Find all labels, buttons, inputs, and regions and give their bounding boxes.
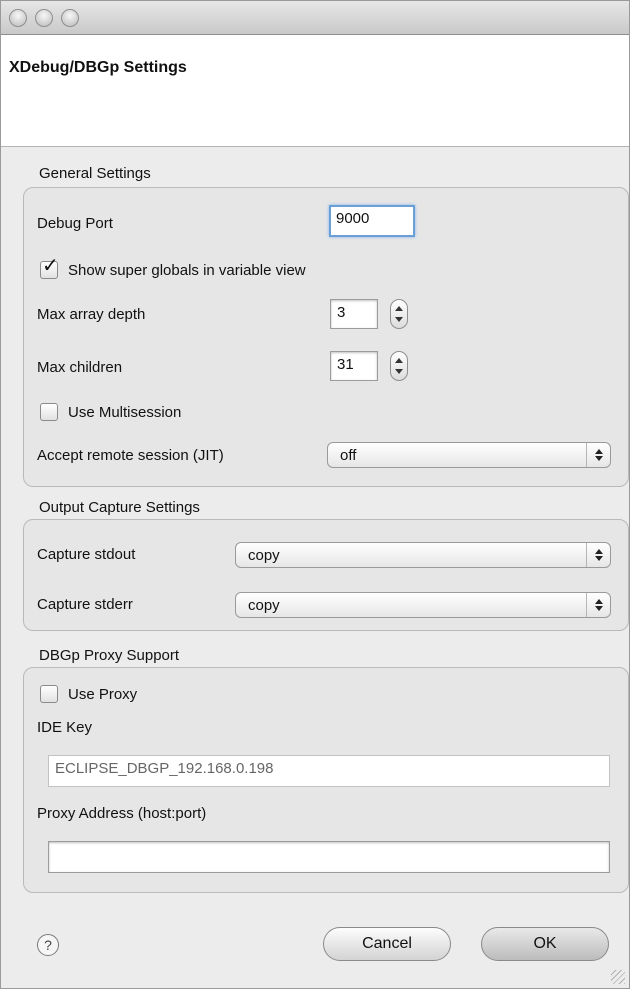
general-settings-group: Debug Port 9000 ✓ Show super globals in … [23,187,629,487]
accept-remote-label: Accept remote session (JIT) [37,447,224,464]
use-multisession-checkbox[interactable] [40,403,58,421]
capture-stderr-label: Capture stderr [37,596,133,613]
ok-button[interactable]: OK [481,927,609,961]
help-icon[interactable]: ? [37,934,59,956]
show-super-globals-checkbox[interactable]: ✓ [40,256,59,279]
popup-arrows-icon [586,543,610,567]
settings-dialog-window: XDebug/DBGp Settings General Settings De… [0,0,630,989]
show-super-globals-label: Show super globals in variable view [68,262,306,279]
max-array-depth-label: Max array depth [37,306,146,323]
stepper-up-icon[interactable] [395,358,403,363]
ide-key-label: IDE Key [37,719,93,736]
popup-arrows-icon [586,593,610,617]
dbgp-proxy-label: DBGp Proxy Support [39,647,180,664]
use-multisession-label: Use Multisession [68,404,182,421]
zoom-button-icon[interactable] [61,9,79,27]
capture-stdout-value: copy [248,547,280,564]
max-children-stepper[interactable] [390,351,408,381]
max-array-depth-field[interactable]: 3 [330,299,378,329]
stepper-up-icon[interactable] [395,306,403,311]
close-button-icon[interactable] [9,9,27,27]
accept-remote-popup[interactable]: off [327,442,611,468]
proxy-address-field[interactable] [48,841,610,873]
max-children-field[interactable]: 31 [330,351,378,381]
window-titlebar [1,1,629,35]
capture-stdout-label: Capture stdout [37,546,136,563]
max-children-label: Max children [37,359,123,376]
dbgp-proxy-group: Use Proxy IDE Key ECLIPSE_DBGP_192.168.0… [23,667,629,893]
dialog-header: XDebug/DBGp Settings [1,35,629,147]
resize-grip-icon[interactable] [611,970,625,984]
output-capture-group: Capture stdout copy Capture stderr copy [23,519,629,631]
debug-port-field[interactable]: 9000 [329,205,415,237]
popup-arrows-icon [586,443,610,467]
ide-key-field[interactable]: ECLIPSE_DBGP_192.168.0.198 [48,755,610,787]
debug-port-label: Debug Port [37,215,113,232]
use-proxy-checkbox[interactable] [40,685,58,703]
dialog-title: XDebug/DBGp Settings [9,59,187,76]
proxy-address-label: Proxy Address (host:port) [37,805,207,822]
cancel-button[interactable]: Cancel [323,927,451,961]
capture-stderr-popup[interactable]: copy [235,592,611,618]
checkmark-icon: ✓ [42,255,59,277]
max-array-depth-stepper[interactable] [390,299,408,329]
use-proxy-label: Use Proxy [68,686,138,703]
stepper-down-icon[interactable] [395,369,403,374]
stepper-down-icon[interactable] [395,317,403,322]
accept-remote-value: off [340,447,357,464]
output-capture-label: Output Capture Settings [39,499,200,516]
general-settings-label: General Settings [39,165,151,182]
minimize-button-icon[interactable] [35,9,53,27]
capture-stdout-popup[interactable]: copy [235,542,611,568]
capture-stderr-value: copy [248,597,280,614]
